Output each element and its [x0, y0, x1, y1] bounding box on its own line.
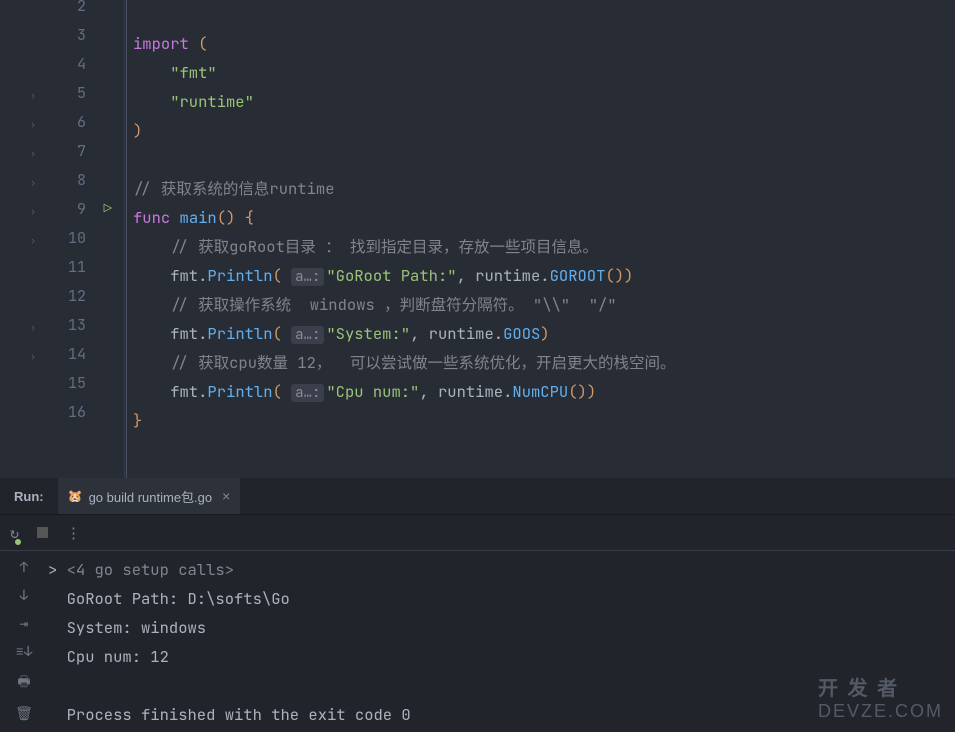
- more-icon[interactable]: ⋮: [66, 523, 81, 543]
- console-line: Process finished with the exit code 0: [48, 700, 955, 729]
- line-number[interactable]: 9: [77, 199, 86, 219]
- line-number[interactable]: 10: [68, 228, 86, 248]
- console-gutter: ↑ ↓ ⇥ ≡↓ 🖶 🗑: [0, 551, 48, 729]
- rerun-button[interactable]: ↻: [10, 523, 19, 543]
- fold-chevron-icon[interactable]: ›: [30, 350, 36, 363]
- code-line[interactable]: import (: [133, 29, 676, 58]
- fold-chevron-icon[interactable]: ›: [30, 118, 36, 131]
- line-number[interactable]: 8: [77, 170, 86, 190]
- soft-wrap-icon[interactable]: ⇥: [20, 615, 28, 633]
- trash-icon[interactable]: 🗑: [15, 705, 33, 723]
- close-icon[interactable]: ×: [222, 488, 230, 504]
- line-number[interactable]: 7: [77, 141, 86, 161]
- run-gutter-icon[interactable]: ▷: [104, 200, 112, 218]
- stop-button[interactable]: [37, 527, 48, 538]
- code-line[interactable]: }: [133, 406, 676, 435]
- print-icon[interactable]: 🖶: [17, 671, 30, 695]
- run-config-label: go build runtime包.go: [89, 487, 213, 506]
- fold-chevron-icon[interactable]: ›: [30, 321, 36, 334]
- line-number[interactable]: 16: [68, 402, 86, 422]
- code-line[interactable]: // 获取操作系统 windows ，判断盘符分隔符。 "\\" "/": [133, 290, 676, 319]
- line-number[interactable]: 5: [77, 83, 86, 103]
- fold-chevron-icon[interactable]: ›: [30, 234, 36, 247]
- code-line[interactable]: fmt.Println( a…:"Cpu num:", runtime.NumC…: [133, 377, 676, 406]
- indent-guide: [126, 0, 127, 478]
- down-icon[interactable]: ↓: [20, 587, 28, 605]
- code-line[interactable]: // 获取cpu数量 12， 可以尝试做一些系统优化，开启更大的栈空间。: [133, 348, 676, 377]
- console-output[interactable]: > <4 go setup calls> GoRoot Path: D:\sof…: [48, 551, 955, 729]
- console: ↑ ↓ ⇥ ≡↓ 🖶 🗑 > <4 go setup calls> GoRoot…: [0, 551, 955, 729]
- line-number[interactable]: 6: [77, 112, 86, 132]
- line-number[interactable]: 12: [68, 286, 86, 306]
- code-line[interactable]: // 获取系统的信息runtime: [133, 174, 676, 203]
- code-line[interactable]: "runtime": [133, 87, 676, 116]
- fold-chevron-icon[interactable]: ›: [30, 176, 36, 189]
- up-icon[interactable]: ↑: [20, 559, 28, 577]
- console-line: System: windows: [48, 613, 955, 642]
- gutter: › › › › › › › › 2 3 4 5 6 7 8 9 ▷ 10 11 12 13 14 15 16: [0, 0, 125, 478]
- line-number[interactable]: 4: [77, 54, 86, 74]
- run-panel-tabs: Run: 🐹 go build runtime包.go ×: [0, 478, 955, 515]
- line-number[interactable]: 13: [68, 315, 86, 335]
- code-line[interactable]: [133, 145, 676, 174]
- editor-area: › › › › › › › › 2 3 4 5 6 7 8 9 ▷ 10 11 12 13 14 15 16 import …: [0, 0, 955, 478]
- console-line: > <4 go setup calls>: [48, 555, 955, 584]
- run-panel-label: Run:: [0, 489, 58, 504]
- code-line[interactable]: [133, 0, 676, 29]
- code-area[interactable]: import ( "fmt" "runtime") // 获取系统的信息runti…: [125, 0, 676, 478]
- code-line[interactable]: func main() {: [133, 203, 676, 232]
- fold-column: › › › › › › › ›: [0, 0, 40, 478]
- code-line[interactable]: fmt.Println( a…:"System:", runtime.GOOS): [133, 319, 676, 348]
- line-number[interactable]: 15: [68, 373, 86, 393]
- go-icon: 🐹: [68, 489, 83, 503]
- line-number[interactable]: 3: [77, 25, 86, 45]
- code-line[interactable]: ): [133, 116, 676, 145]
- scroll-to-end-icon[interactable]: ≡↓: [16, 643, 33, 661]
- line-number[interactable]: 14: [68, 344, 86, 364]
- console-line: Cpu num: 12: [48, 642, 955, 671]
- fold-chevron-icon[interactable]: ›: [30, 205, 36, 218]
- console-line: GoRoot Path: D:\softs\Go: [48, 584, 955, 613]
- fold-chevron-icon[interactable]: ›: [30, 89, 36, 102]
- fold-chevron-icon[interactable]: ›: [30, 147, 36, 160]
- code-line[interactable]: // 获取goRoot目录 ： 找到指定目录，存放一些项目信息。: [133, 232, 676, 261]
- run-toolbar: ↻ ⋮: [0, 515, 955, 551]
- line-number[interactable]: 11: [68, 257, 86, 277]
- run-config-tab[interactable]: 🐹 go build runtime包.go ×: [58, 478, 241, 514]
- console-line: [48, 671, 955, 700]
- code-line[interactable]: fmt.Println( a…:"GoRoot Path:", runtime.…: [133, 261, 676, 290]
- code-line[interactable]: "fmt": [133, 58, 676, 87]
- line-number[interactable]: 2: [77, 0, 86, 16]
